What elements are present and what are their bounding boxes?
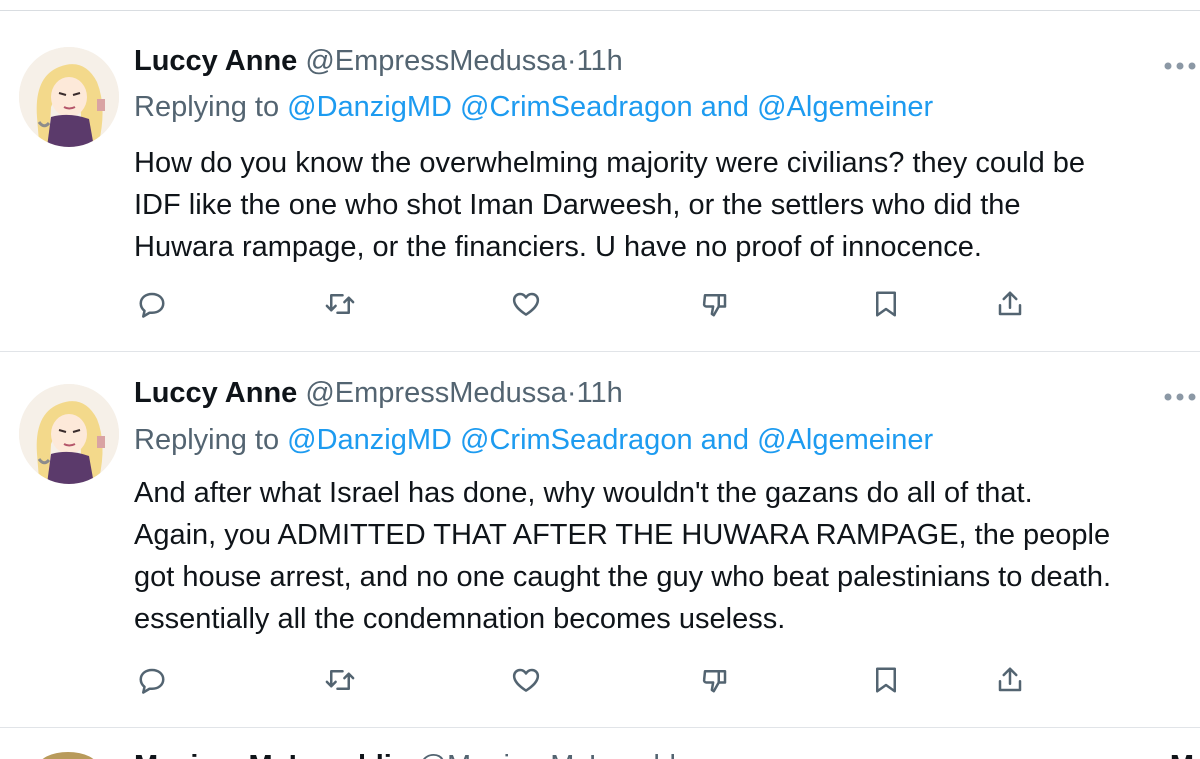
mention-link[interactable]: @Algemeiner bbox=[757, 424, 933, 456]
avatar[interactable] bbox=[19, 47, 119, 147]
more-dots-icon[interactable] bbox=[1160, 51, 1200, 81]
tweet-header: Luccy Anne @EmpressMedussa·11h bbox=[134, 45, 623, 78]
tweet[interactable]: Luccy Anne @EmpressMedussa·11h Replying … bbox=[0, 352, 1200, 728]
separator-dot: · bbox=[566, 45, 577, 77]
mention-link[interactable]: @CrimSeadragon bbox=[460, 91, 693, 123]
tweet-text: And after what Israel has done, why woul… bbox=[134, 472, 1200, 640]
user-handle[interactable]: @EmpressMedussa bbox=[305, 377, 567, 409]
next-tweet-peek[interactable]: Maaiam McLaughlin @MaaiamMcLaughl M bbox=[0, 728, 1200, 759]
mention-link[interactable]: @DanzigMD bbox=[287, 91, 452, 123]
timestamp[interactable]: 11h bbox=[577, 377, 623, 409]
tweet-text-line: Huwara rampage, or the financiers. U hav… bbox=[134, 231, 982, 263]
user-handle[interactable]: @EmpressMedussa bbox=[305, 45, 567, 77]
retweet-icon[interactable] bbox=[322, 286, 358, 322]
avatar[interactable] bbox=[38, 752, 98, 759]
tweet-text: How do you know the overwhelming majorit… bbox=[134, 142, 1200, 268]
tweet-header: Luccy Anne @EmpressMedussa·11h bbox=[134, 377, 623, 410]
replying-prefix: Replying to bbox=[134, 91, 280, 123]
replying-prefix: Replying to bbox=[134, 424, 280, 456]
tweet[interactable]: Luccy Anne @EmpressMedussa·11h Replying … bbox=[0, 11, 1200, 352]
share-icon[interactable] bbox=[992, 662, 1028, 698]
replying-to: Replying to @DanzigMD @CrimSeadragon and… bbox=[134, 424, 933, 457]
mention-link[interactable]: @CrimSeadragon bbox=[460, 424, 693, 456]
tweet-text-line: got house arrest, and no one caught the … bbox=[134, 561, 1112, 593]
bookmark-icon[interactable] bbox=[868, 286, 904, 322]
heart-icon[interactable] bbox=[508, 662, 544, 698]
retweet-icon[interactable] bbox=[322, 662, 358, 698]
user-handle: @MaaiamMcLaughl bbox=[418, 750, 676, 759]
mention-and[interactable]: and bbox=[701, 91, 749, 123]
separator-dot: · bbox=[566, 377, 577, 409]
bookmark-icon[interactable] bbox=[868, 662, 904, 698]
thumbs-down-icon[interactable] bbox=[697, 662, 733, 698]
reply-icon[interactable] bbox=[134, 286, 170, 322]
more-text: M bbox=[1170, 750, 1194, 759]
action-bar bbox=[134, 286, 1034, 326]
display-name[interactable]: Maaiam McLaughlin @MaaiamMcLaughl bbox=[134, 750, 676, 759]
thumbs-down-icon[interactable] bbox=[697, 286, 733, 322]
timestamp[interactable]: 11h bbox=[577, 45, 623, 77]
display-name[interactable]: Luccy Anne bbox=[134, 45, 297, 77]
mention-link[interactable]: @Algemeiner bbox=[757, 91, 933, 123]
display-name-text: Maaiam McLaughlin bbox=[134, 750, 410, 759]
more-dots-icon[interactable] bbox=[1160, 382, 1200, 412]
replying-to: Replying to @DanzigMD @CrimSeadragon and… bbox=[134, 91, 933, 124]
avatar[interactable] bbox=[19, 384, 119, 484]
mention-link[interactable]: @DanzigMD bbox=[287, 424, 452, 456]
tweet-text-line: And after what Israel has done, why woul… bbox=[134, 477, 1033, 509]
reply-icon[interactable] bbox=[134, 662, 170, 698]
mention-and[interactable]: and bbox=[701, 424, 749, 456]
tweet-text-line: Again, you ADMITTED THAT AFTER THE HUWAR… bbox=[134, 519, 1111, 551]
share-icon[interactable] bbox=[992, 286, 1028, 322]
action-bar bbox=[134, 662, 1034, 702]
tweet-text-line: IDF like the one who shot Iman Darweesh,… bbox=[134, 189, 1021, 221]
heart-icon[interactable] bbox=[508, 286, 544, 322]
display-name[interactable]: Luccy Anne bbox=[134, 377, 297, 409]
tweet-text-line: essentially all the condemnation becomes… bbox=[134, 603, 786, 635]
avatar-illustration bbox=[19, 47, 119, 147]
avatar-illustration bbox=[19, 384, 119, 484]
tweet-text-line: How do you know the overwhelming majorit… bbox=[134, 147, 1086, 179]
top-divider bbox=[0, 0, 1200, 11]
